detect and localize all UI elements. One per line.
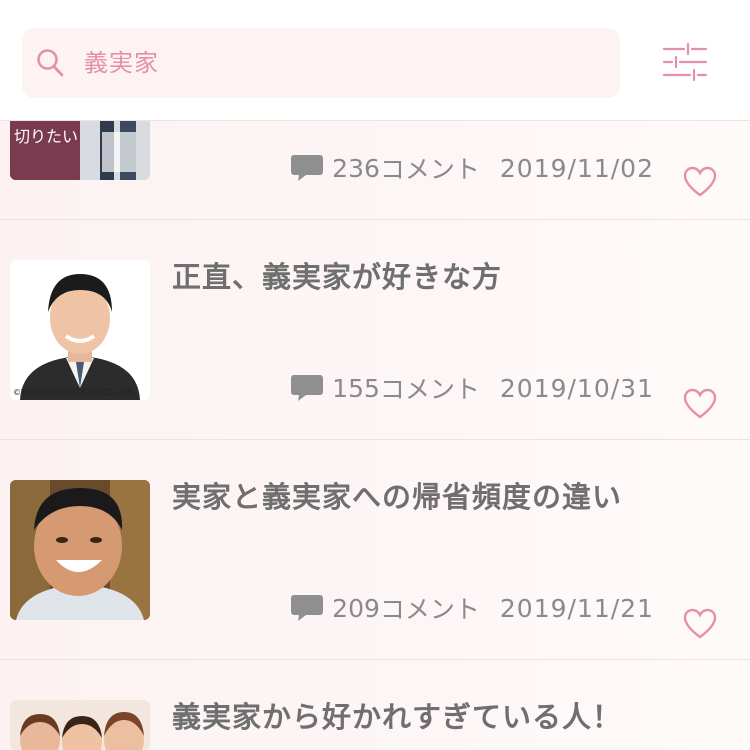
comment-label: コメント xyxy=(379,595,480,624)
post-date: 2019/11/02 xyxy=(499,153,654,183)
list-item[interactable]: 義実家から好かれすぎている人！ xyxy=(0,660,750,750)
article-thumbnail[interactable] xyxy=(10,480,150,620)
comment-icon xyxy=(291,595,324,621)
comment-icon xyxy=(291,155,324,181)
heart-icon[interactable] xyxy=(683,608,717,640)
article-meta: 155 コメント 2019/10/31 xyxy=(290,370,654,406)
post-date: 2019/11/21 xyxy=(499,593,654,623)
article-meta: 209 コメント 2019/11/21 xyxy=(290,590,654,626)
comment-label: コメント xyxy=(379,375,480,404)
list-item[interactable]: 実家と義実家への帰省頻度の違い 209 コメント 2019/11/21 xyxy=(0,440,750,660)
search-icon[interactable] xyxy=(36,48,64,78)
comment-count: 236 xyxy=(332,153,380,183)
post-date: 2019/10/31 xyxy=(499,373,654,403)
comment-icon xyxy=(291,375,324,401)
article-thumbnail[interactable]: ©YOSHIMOTO KOGYO CO.,LTD. xyxy=(10,260,150,400)
article-meta: 236 コメント 2019/11/02 xyxy=(290,150,654,186)
heart-icon[interactable] xyxy=(683,166,717,198)
list-item[interactable]: ©YOSHIMOTO KOGYO CO.,LTD. 正直、義実家が好きな方 15… xyxy=(0,220,750,440)
article-title[interactable]: 義実家から好かれすぎている人！ xyxy=(172,694,622,736)
comment-label: コメント xyxy=(379,155,480,184)
thumb-caption: 切りたい xyxy=(14,127,78,146)
article-title[interactable]: 正直、義実家が好きな方 xyxy=(172,254,502,296)
article-title[interactable]: 実家と義実家への帰省頻度の違い xyxy=(172,474,622,516)
heart-icon[interactable] xyxy=(683,388,717,420)
search-query[interactable]: 義実家 xyxy=(84,46,159,80)
filter-icon[interactable] xyxy=(662,42,708,82)
comment-count: 209 xyxy=(332,593,380,623)
search-header: 義実家 xyxy=(0,0,750,121)
article-thumbnail[interactable] xyxy=(10,700,150,750)
thumb-caption: ©YOSHIMOTO KOGYO CO.,LTD. xyxy=(13,388,136,397)
comment-count: 155 xyxy=(332,373,380,403)
